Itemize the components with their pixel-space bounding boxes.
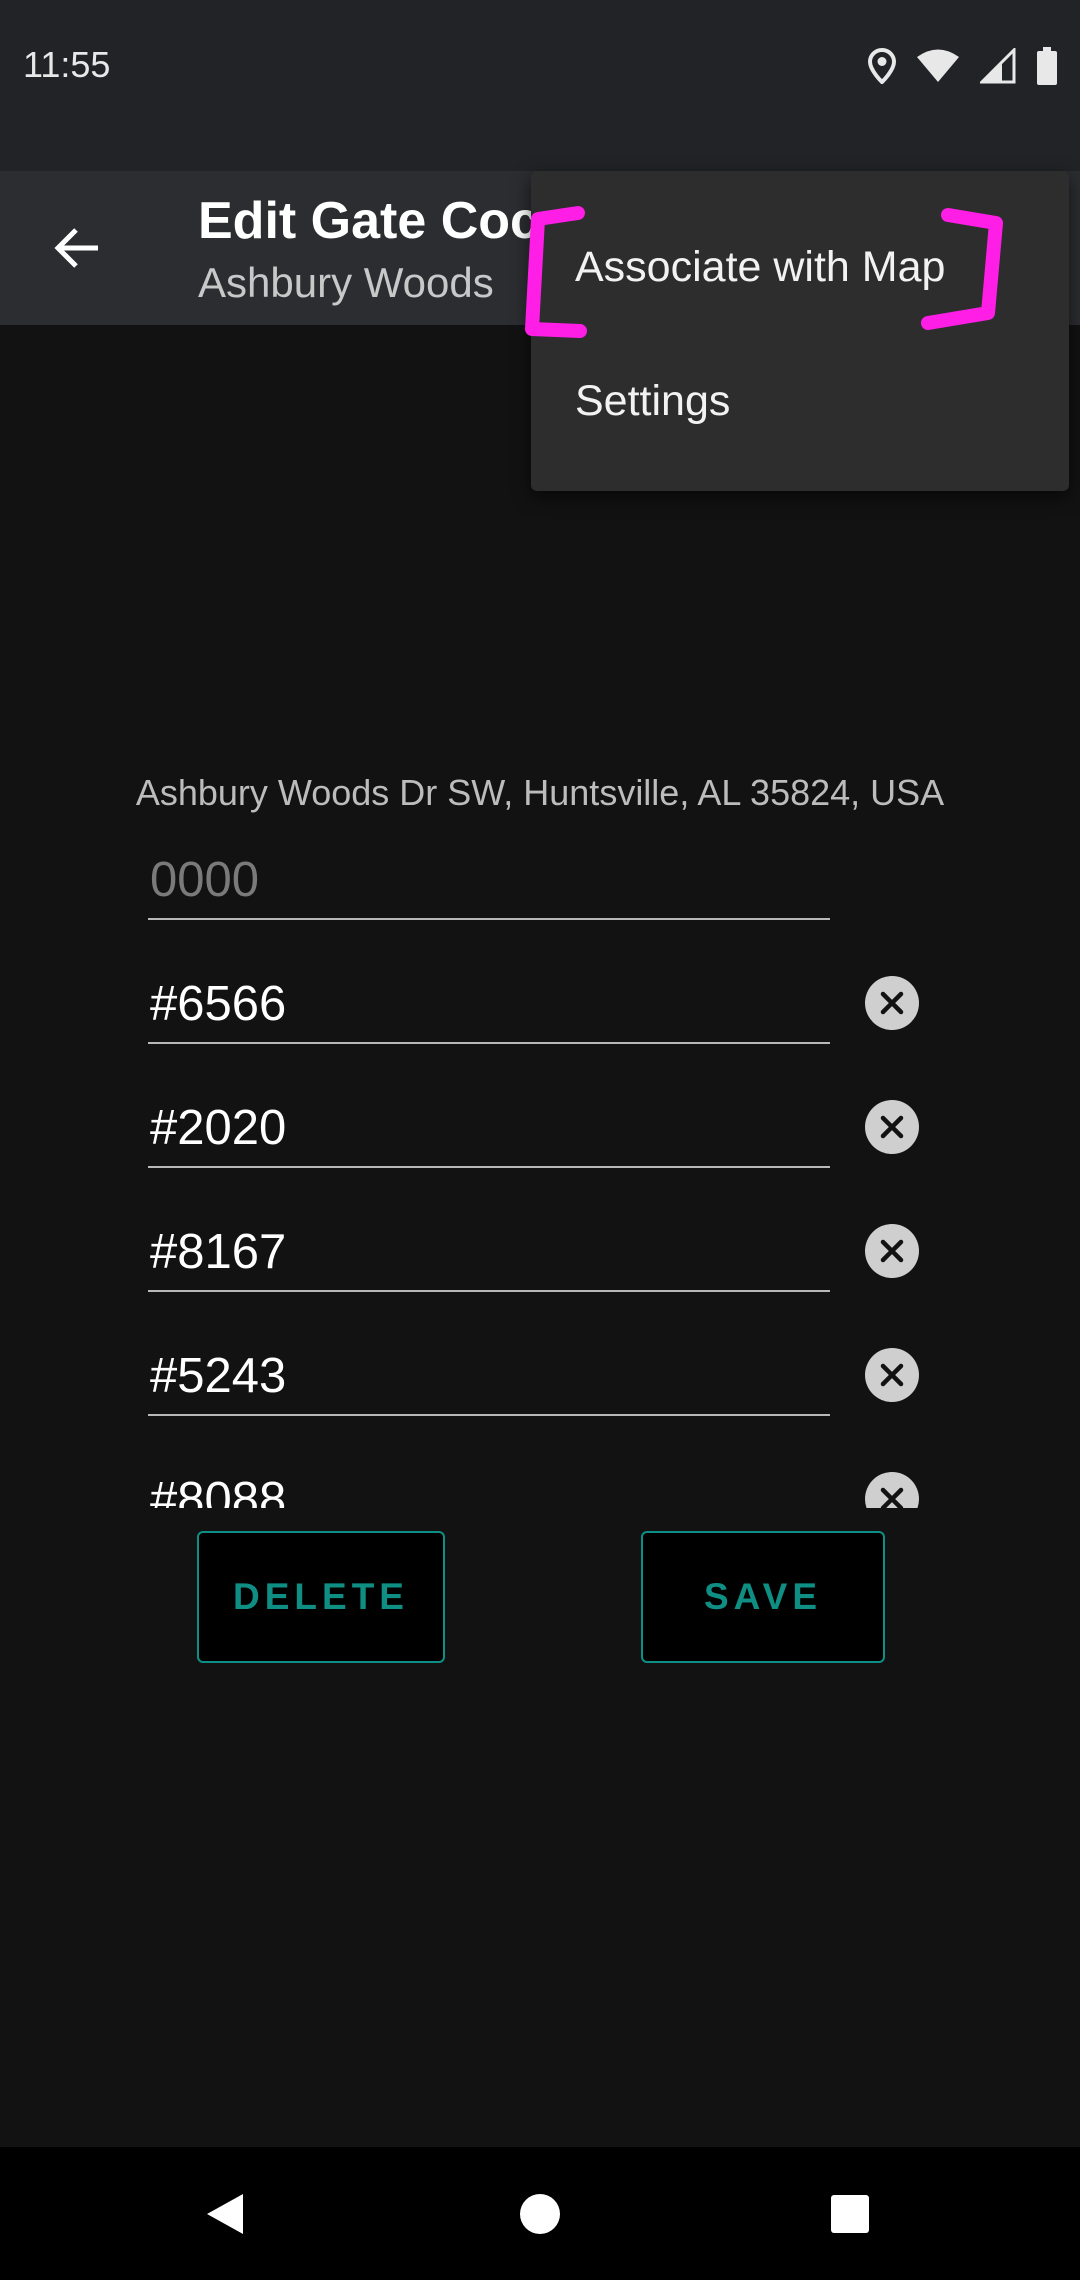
code-value: #2020 [150,1101,287,1155]
code-field[interactable]: #8167 [148,1212,830,1292]
clear-code-button[interactable] [865,1100,919,1154]
nav-home-button[interactable] [480,2147,600,2280]
code-value: #8088 [150,1473,287,1508]
battery-icon [1037,47,1057,85]
navigation-bar [0,2147,1080,2280]
new-code-placeholder: 0000 [150,853,260,907]
signal-icon [980,48,1016,84]
clear-code-button[interactable] [865,1348,919,1402]
clear-code-button[interactable] [865,1472,919,1508]
menu-item-settings[interactable]: Settings [575,377,730,426]
nav-recents-button[interactable] [790,2147,910,2280]
status-time: 11:55 [23,44,111,85]
page-title: Edit Gate Coc [198,192,539,250]
back-triangle-icon [207,2193,243,2234]
status-icons [868,44,1058,88]
status-bar: 11:55 [0,0,1080,171]
clear-code-button[interactable] [865,1224,919,1278]
close-icon [880,1487,904,1508]
close-icon [880,1363,904,1387]
wifi-icon [917,49,959,82]
save-button[interactable]: SAVE [641,1531,885,1663]
overflow-menu: Associate with Map Settings [531,171,1069,491]
close-icon [880,991,904,1015]
clear-code-button[interactable] [865,976,919,1030]
menu-item-associate-with-map[interactable]: Associate with Map [575,243,945,292]
gate-codes-list[interactable]: 0000 #6566 #2020 #8167 #5243 #8088 [0,840,1080,1508]
code-field[interactable]: #5243 [148,1336,830,1416]
code-field[interactable]: #6566 [148,964,830,1044]
home-circle-icon [520,2193,560,2234]
page-subtitle: Ashbury Woods [198,259,494,306]
code-field[interactable]: #8088 [148,1460,830,1508]
close-icon [880,1239,904,1263]
new-code-input[interactable]: 0000 [148,840,830,920]
code-field[interactable]: #2020 [148,1088,830,1168]
location-icon [868,48,896,84]
code-value: #8167 [150,1225,287,1279]
close-icon [880,1115,904,1139]
address-text: Ashbury Woods Dr SW, Huntsville, AL 3582… [135,772,945,813]
code-value: #6566 [150,977,287,1031]
nav-back-button[interactable] [165,2147,285,2280]
code-value: #5243 [150,1349,287,1403]
recents-square-icon [831,2194,869,2233]
delete-button[interactable]: DELETE [197,1531,445,1663]
arrow-left-icon [54,228,98,268]
back-button[interactable] [40,211,114,285]
